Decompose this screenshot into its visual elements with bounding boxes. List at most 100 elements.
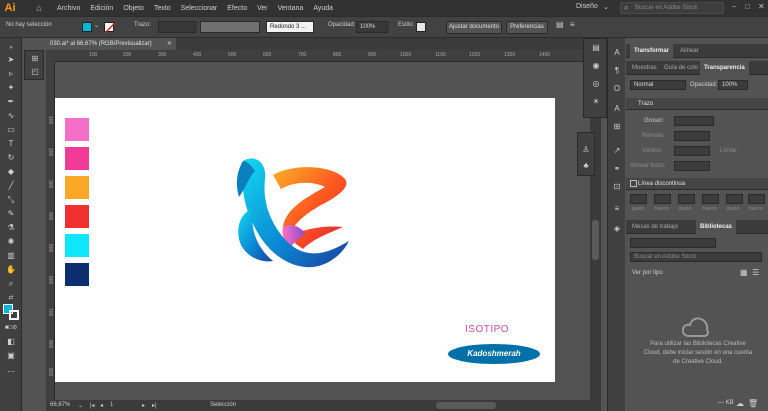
brand-name-badge[interactable]: Kadoshmerah <box>448 344 540 364</box>
maximize-button[interactable]: □ <box>745 2 750 11</box>
grid-icon[interactable]: ▤ <box>591 43 601 53</box>
selection-tool-icon[interactable]: ➤ <box>4 54 18 66</box>
export-icon[interactable]: ↗ <box>612 146 622 156</box>
fill-swatch[interactable] <box>82 22 92 32</box>
swap-colors-icon[interactable]: ⇄ <box>4 292 18 304</box>
isotipo-logo-artwork[interactable] <box>233 153 363 278</box>
tab-muestras[interactable]: Muestras <box>628 61 661 75</box>
sun-icon[interactable]: ☀ <box>591 97 601 107</box>
rectangle-tool-icon[interactable]: ▭ <box>4 124 18 136</box>
dashed-line-checkbox[interactable] <box>630 180 637 187</box>
line-tool-icon[interactable]: ╱ <box>4 180 18 192</box>
color-wheel-icon[interactable]: ◉ <box>591 61 601 71</box>
last-artboard-icon[interactable]: ▸| <box>152 402 157 409</box>
screen-mode-icon[interactable]: ▣ <box>4 350 18 362</box>
stroke-section-header[interactable]: Trazo <box>626 98 768 110</box>
artboard-number[interactable]: 1 <box>110 402 113 408</box>
brush-definition[interactable]: Redondo 3 ... <box>266 21 314 33</box>
menu-edicion[interactable]: Edición <box>85 5 118 12</box>
panel-menu-icon[interactable]: ≡ <box>570 20 575 29</box>
character-icon[interactable]: A <box>612 48 622 58</box>
variable-width-profile[interactable] <box>200 21 260 33</box>
direct-selection-tool-icon[interactable]: ▹ <box>4 68 18 80</box>
color-swatch-red[interactable] <box>65 205 89 228</box>
magic-wand-icon[interactable]: ✦ <box>4 82 18 94</box>
canvas[interactable]: ISOTIPO Kadoshmerah <box>55 62 590 400</box>
corner-buttons[interactable] <box>674 146 710 156</box>
first-artboard-icon[interactable]: |◂ <box>90 402 95 409</box>
hand-tool-icon[interactable]: ✋ <box>4 264 18 276</box>
link-icon[interactable]: ⚭ <box>612 164 622 174</box>
pen-tool-icon[interactable]: ✒ <box>4 96 18 108</box>
width-tool-icon[interactable]: ⤡ <box>4 194 18 206</box>
more-tools-icon[interactable]: ⋯ <box>4 366 18 378</box>
color-swatch-navy[interactable] <box>65 263 89 286</box>
grid-view-icon[interactable]: ▦ <box>740 268 748 277</box>
stroke-swatch[interactable] <box>104 22 115 33</box>
dash-field[interactable] <box>678 194 695 204</box>
stock-search-input[interactable]: ⌕ Buscar en Adobe Stock <box>620 2 724 14</box>
isotipo-label[interactable]: ISOTIPO <box>465 324 509 335</box>
curvature-tool-icon[interactable]: ∿ <box>4 110 18 122</box>
library-select[interactable] <box>630 238 716 248</box>
document-tab[interactable]: 030.ai* al 66,67% (RGB/Previsualizar) ✕ <box>46 38 176 50</box>
dash-field[interactable] <box>630 194 647 204</box>
type-tool-icon[interactable]: T <box>4 138 18 150</box>
opacity-field[interactable]: 100% <box>718 80 748 90</box>
gap-field[interactable] <box>748 194 765 204</box>
arrange-documents-icon[interactable]: ▤ <box>556 20 564 29</box>
eraser-tool-icon[interactable]: ◆ <box>4 166 18 178</box>
gap-field[interactable] <box>702 194 719 204</box>
menu-seleccionar[interactable]: Seleccionar <box>176 5 223 12</box>
delete-icon[interactable]: 🗑 <box>748 399 758 408</box>
vertical-ruler[interactable]: 100 200 300 400 500 600 700 800 900 <box>46 62 55 400</box>
tab-mesas-de-trabajo[interactable]: Mesas de trabajo <box>628 220 682 234</box>
tab-transparencia[interactable]: Transparencia <box>700 61 749 75</box>
stroke-panel-icon[interactable]: ≡ <box>612 204 622 214</box>
library-search-input[interactable]: Buscar en Adobe Stock <box>630 252 762 262</box>
graph-tool-icon[interactable]: ▥ <box>4 250 18 262</box>
menu-ventana[interactable]: Ventana <box>273 5 309 12</box>
menu-ver[interactable]: Ver <box>252 5 273 12</box>
color-swatch-pink[interactable] <box>65 118 89 141</box>
scroll-thumb[interactable] <box>592 220 599 260</box>
horizontal-ruler[interactable]: 100 200 300 400 500 600 700 800 900 1000… <box>55 50 590 62</box>
rotate-tool-icon[interactable]: ↻ <box>4 152 18 164</box>
previous-artboard-icon[interactable]: ◂ <box>100 402 103 409</box>
horizontal-scroll-thumb[interactable] <box>436 402 496 409</box>
stroke-color-icon[interactable] <box>9 310 19 320</box>
dashed-line-header[interactable]: Línea discontinua <box>626 178 768 190</box>
layers-icon[interactable]: ◈ <box>612 224 622 234</box>
zoom-tool-icon[interactable]: ⌕ <box>4 278 18 290</box>
graphic-style-swatch[interactable] <box>416 22 426 32</box>
tab-alinear[interactable]: Alinear <box>676 44 703 58</box>
palette-icon[interactable]: ◎ <box>591 79 601 89</box>
menu-objeto[interactable]: Objeto <box>118 5 149 12</box>
paragraph-icon[interactable]: ¶ <box>612 66 622 76</box>
cloud-sync-icon[interactable]: ☁ <box>736 399 744 408</box>
workspace-switcher[interactable]: Diseño <box>576 3 598 10</box>
close-window-button[interactable]: ✕ <box>758 2 765 11</box>
chevron-down-icon[interactable]: ⌄ <box>603 3 609 11</box>
stroke-weight-field[interactable] <box>674 116 714 126</box>
minimize-button[interactable]: – <box>732 2 736 11</box>
menu-efecto[interactable]: Efecto <box>222 5 252 12</box>
home-icon[interactable]: ⌂ <box>32 3 46 13</box>
collapse-icon[interactable]: » <box>4 42 18 54</box>
opentype-icon[interactable]: O <box>612 84 622 94</box>
color-swatch-cyan[interactable] <box>65 234 89 257</box>
slice-tool-icon[interactable]: ◰ <box>28 66 42 78</box>
list-view-icon[interactable]: ☰ <box>752 268 759 277</box>
club-icon[interactable]: ♣ <box>581 161 591 171</box>
align-stroke-buttons[interactable] <box>674 161 710 171</box>
cap-buttons[interactable] <box>674 131 710 141</box>
gap-field[interactable] <box>654 194 671 204</box>
zoom-level[interactable]: 66,67% <box>50 402 70 408</box>
opacity-field[interactable]: 100% <box>356 21 388 33</box>
blend-mode-select[interactable]: Normal <box>630 80 686 90</box>
stroke-weight-field[interactable] <box>158 21 196 33</box>
color-mode-icon[interactable]: ■□⊘ <box>4 322 18 334</box>
color-swatch-orange[interactable] <box>65 176 89 199</box>
blend-tool-icon[interactable]: ⚗ <box>4 222 18 234</box>
menu-ayuda[interactable]: Ayuda <box>308 5 338 12</box>
